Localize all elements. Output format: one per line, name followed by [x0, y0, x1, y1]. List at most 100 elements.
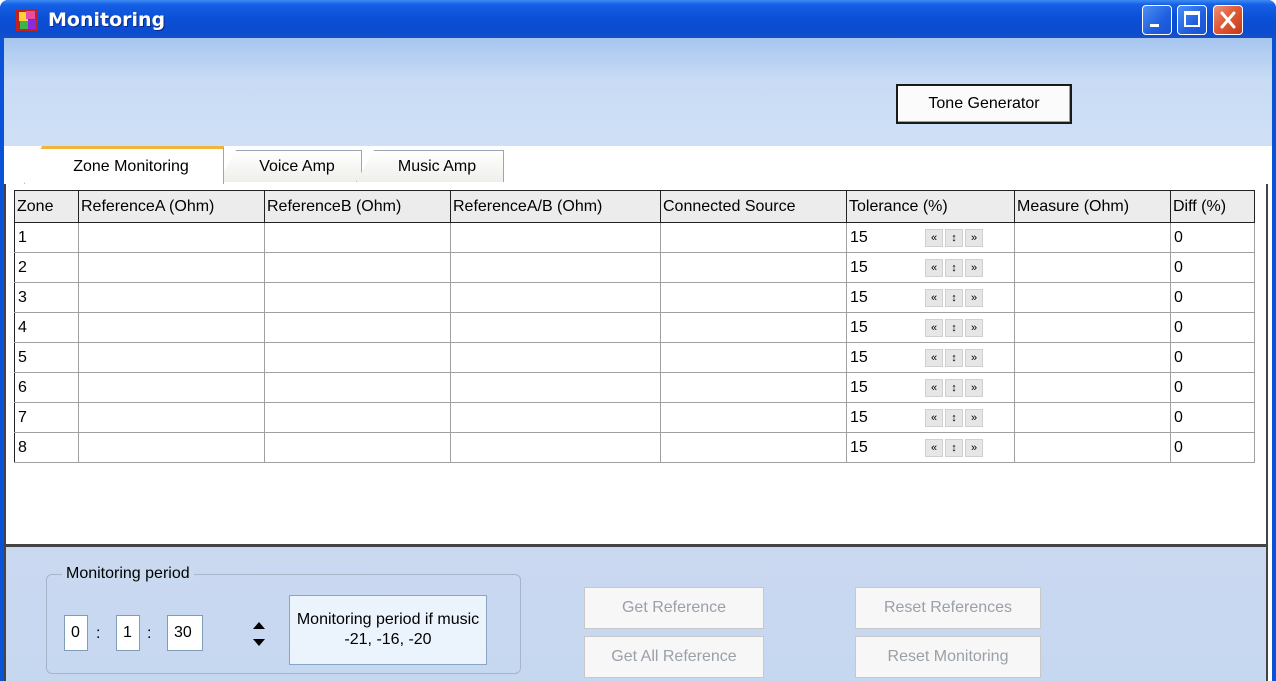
diff-cell[interactable]: 0: [1170, 342, 1255, 373]
spin-first-icon[interactable]: «: [925, 379, 943, 397]
table-row[interactable]: 1 15 «↕» 0: [14, 222, 1255, 253]
measure-cell[interactable]: [1014, 372, 1171, 403]
spin-last-icon[interactable]: »: [965, 229, 983, 247]
reference-b-cell[interactable]: [264, 222, 451, 253]
reference-ab-cell[interactable]: [450, 252, 661, 283]
zone-cell[interactable]: 7: [14, 402, 79, 433]
minimize-button[interactable]: [1142, 5, 1172, 35]
diff-cell[interactable]: 0: [1170, 222, 1255, 253]
spin-first-icon[interactable]: «: [925, 409, 943, 427]
period-minutes-input[interactable]: 1: [116, 615, 140, 651]
spin-last-icon[interactable]: »: [965, 259, 983, 277]
reference-b-cell[interactable]: [264, 252, 451, 283]
spin-first-icon[interactable]: «: [925, 289, 943, 307]
col-measure[interactable]: Measure (Ohm): [1014, 190, 1171, 223]
zone-cell[interactable]: 8: [14, 432, 79, 463]
col-tolerance[interactable]: Tolerance (%): [846, 190, 1015, 223]
connected-source-cell[interactable]: [660, 252, 847, 283]
reset-monitoring-button[interactable]: Reset Monitoring: [855, 636, 1041, 678]
table-row[interactable]: 3 15 «↕» 0: [14, 282, 1255, 313]
spin-last-icon[interactable]: »: [965, 379, 983, 397]
diff-cell[interactable]: 0: [1170, 312, 1255, 343]
zone-cell[interactable]: 3: [14, 282, 79, 313]
title-bar[interactable]: Monitoring: [0, 0, 1276, 38]
table-row[interactable]: 5 15 «↕» 0: [14, 342, 1255, 373]
spin-updown-icon[interactable]: ↕: [945, 289, 963, 307]
tolerance-cell[interactable]: 15 «↕»: [846, 222, 1015, 253]
zone-cell[interactable]: 5: [14, 342, 79, 373]
spin-first-icon[interactable]: «: [925, 229, 943, 247]
reference-b-cell[interactable]: [264, 312, 451, 343]
reference-b-cell[interactable]: [264, 402, 451, 433]
tolerance-cell[interactable]: 15 «↕»: [846, 402, 1015, 433]
diff-cell[interactable]: 0: [1170, 372, 1255, 403]
col-zone[interactable]: Zone: [14, 190, 79, 223]
spin-updown-icon[interactable]: ↕: [945, 319, 963, 337]
connected-source-cell[interactable]: [660, 432, 847, 463]
measure-cell[interactable]: [1014, 282, 1171, 313]
spin-first-icon[interactable]: «: [925, 439, 943, 457]
reference-ab-cell[interactable]: [450, 402, 661, 433]
tolerance-cell[interactable]: 15 «↕»: [846, 252, 1015, 283]
zone-cell[interactable]: 6: [14, 372, 79, 403]
spin-updown-icon[interactable]: ↕: [945, 229, 963, 247]
reference-ab-cell[interactable]: [450, 342, 661, 373]
zone-cell[interactable]: 1: [14, 222, 79, 253]
reference-b-cell[interactable]: [264, 342, 451, 373]
table-row[interactable]: 4 15 «↕» 0: [14, 312, 1255, 343]
connected-source-cell[interactable]: [660, 222, 847, 253]
col-reference-b[interactable]: ReferenceB (Ohm): [264, 190, 451, 223]
tolerance-cell[interactable]: 15 «↕»: [846, 372, 1015, 403]
reference-ab-cell[interactable]: [450, 432, 661, 463]
tab-voice-amp[interactable]: Voice Amp: [218, 150, 362, 182]
measure-cell[interactable]: [1014, 312, 1171, 343]
table-row[interactable]: 2 15 «↕» 0: [14, 252, 1255, 283]
period-seconds-input[interactable]: 30: [167, 615, 203, 651]
reference-a-cell[interactable]: [78, 372, 265, 403]
connected-source-cell[interactable]: [660, 282, 847, 313]
connected-source-cell[interactable]: [660, 342, 847, 373]
diff-cell[interactable]: 0: [1170, 282, 1255, 313]
connected-source-cell[interactable]: [660, 372, 847, 403]
reference-ab-cell[interactable]: [450, 312, 661, 343]
measure-cell[interactable]: [1014, 222, 1171, 253]
reference-a-cell[interactable]: [78, 282, 265, 313]
tab-zone-monitoring[interactable]: Zone Monitoring: [24, 146, 224, 184]
spin-first-icon[interactable]: «: [925, 259, 943, 277]
diff-cell[interactable]: 0: [1170, 432, 1255, 463]
music-period-button[interactable]: Monitoring period if music -21, -16, -20: [289, 595, 487, 665]
diff-cell[interactable]: 0: [1170, 252, 1255, 283]
reference-b-cell[interactable]: [264, 282, 451, 313]
spin-updown-icon[interactable]: ↕: [945, 379, 963, 397]
reference-a-cell[interactable]: [78, 342, 265, 373]
close-button[interactable]: [1213, 5, 1243, 35]
spin-updown-icon[interactable]: ↕: [945, 259, 963, 277]
measure-cell[interactable]: [1014, 432, 1171, 463]
spin-first-icon[interactable]: «: [925, 349, 943, 367]
measure-cell[interactable]: [1014, 252, 1171, 283]
connected-source-cell[interactable]: [660, 312, 847, 343]
table-row[interactable]: 6 15 «↕» 0: [14, 372, 1255, 403]
get-all-reference-button[interactable]: Get All Reference: [584, 636, 764, 678]
diff-cell[interactable]: 0: [1170, 402, 1255, 433]
spin-updown-icon[interactable]: ↕: [945, 409, 963, 427]
get-reference-button[interactable]: Get Reference: [584, 587, 764, 629]
measure-cell[interactable]: [1014, 342, 1171, 373]
col-diff[interactable]: Diff (%): [1170, 190, 1255, 223]
reference-b-cell[interactable]: [264, 372, 451, 403]
connected-source-cell[interactable]: [660, 402, 847, 433]
spin-first-icon[interactable]: «: [925, 319, 943, 337]
tolerance-cell[interactable]: 15 «↕»: [846, 312, 1015, 343]
zone-cell[interactable]: 4: [14, 312, 79, 343]
table-row[interactable]: 7 15 «↕» 0: [14, 402, 1255, 433]
col-reference-a[interactable]: ReferenceA (Ohm): [78, 190, 265, 223]
zone-cell[interactable]: 2: [14, 252, 79, 283]
reference-a-cell[interactable]: [78, 432, 265, 463]
maximize-button[interactable]: [1177, 5, 1207, 35]
tab-music-amp[interactable]: Music Amp: [356, 150, 504, 182]
reference-ab-cell[interactable]: [450, 372, 661, 403]
spin-last-icon[interactable]: »: [965, 319, 983, 337]
reference-ab-cell[interactable]: [450, 222, 661, 253]
spin-updown-icon[interactable]: ↕: [945, 349, 963, 367]
reset-references-button[interactable]: Reset References: [855, 587, 1041, 629]
